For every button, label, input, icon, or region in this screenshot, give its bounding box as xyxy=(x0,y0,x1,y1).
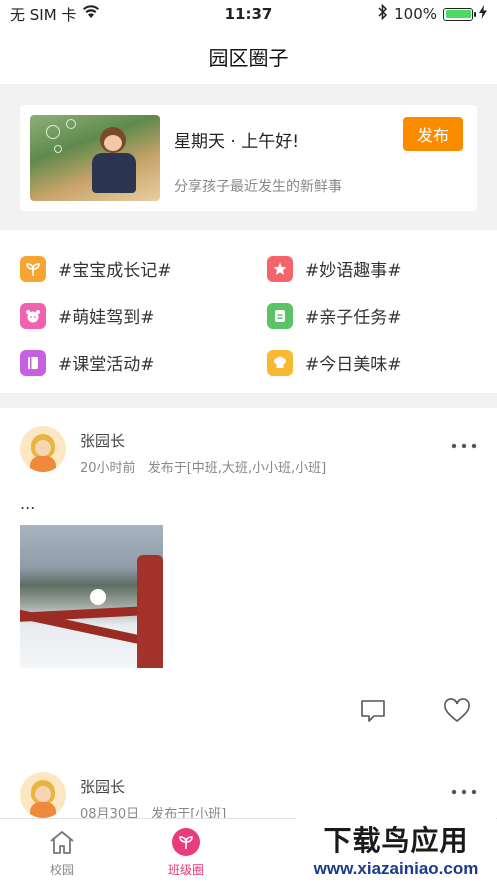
avatar[interactable] xyxy=(20,426,66,472)
status-bar: 无 SIM 卡 11:37 100% xyxy=(0,0,497,28)
topic-grid: #宝宝成长记# #妙语趣事# #萌娃驾到# #亲子任务# #课堂活动# #今日美… xyxy=(0,230,497,393)
topic-label: #课堂活动# xyxy=(58,355,155,375)
topic-cute-kids[interactable]: #萌娃驾到# xyxy=(20,292,267,339)
book-icon xyxy=(20,349,46,376)
sprout-icon xyxy=(171,827,201,857)
battery-percent: 100% xyxy=(394,5,437,23)
star-icon xyxy=(267,255,293,282)
post-text: ... xyxy=(20,494,36,513)
post-card[interactable]: 星期天 · 上午好! 分享孩子最近发生的新鲜事 发布 xyxy=(20,105,477,211)
post-actions xyxy=(20,696,477,726)
watermark-url: www.xiazainiao.com xyxy=(313,859,479,878)
topic-label: #亲子任务# xyxy=(305,308,402,328)
chef-hat-icon xyxy=(267,349,293,376)
topic-daily-food[interactable]: #今日美味# xyxy=(267,339,477,386)
author-name[interactable]: 张园长 xyxy=(80,776,226,797)
tab-campus[interactable]: 校园 xyxy=(0,819,124,883)
tab-label: 校园 xyxy=(49,863,74,877)
page-title: 园区圈子 xyxy=(208,45,289,70)
topic-label: #萌娃驾到# xyxy=(58,308,155,328)
baby-face-icon xyxy=(20,302,46,329)
topic-label: #宝宝成长记# xyxy=(58,261,172,281)
wifi-icon xyxy=(82,5,100,23)
status-left: 无 SIM 卡 xyxy=(10,4,170,25)
author-row: 张园长 08月30日 发布于[小班] xyxy=(20,772,477,818)
topic-class-activity[interactable]: #课堂活动# xyxy=(20,339,267,386)
battery-fill xyxy=(445,10,471,18)
watermark-logo: 下载鸟应用 www.xiazainiao.com xyxy=(296,815,496,883)
post-meta: 08月30日 发布于[小班] xyxy=(80,803,226,818)
like-heart-icon[interactable] xyxy=(442,696,472,726)
battery-icon xyxy=(443,7,476,21)
post-scope: 发布于[中班,大班,小小班,小班] xyxy=(147,461,327,476)
topic-parent-task[interactable]: #亲子任务# xyxy=(267,292,477,339)
post-photo[interactable] xyxy=(20,525,163,668)
charging-icon xyxy=(479,5,487,23)
task-icon xyxy=(267,302,293,329)
feed-post: 张园长 20小时前 发布于[中班,大班,小小班,小班] ... xyxy=(0,408,497,726)
author-info: 张园长 20小时前 发布于[中班,大班,小小班,小班] xyxy=(80,426,326,476)
bluetooth-icon xyxy=(378,3,388,24)
post-scope: 发布于[小班] xyxy=(151,807,227,818)
author-name[interactable]: 张园长 xyxy=(80,430,326,451)
more-options-icon[interactable] xyxy=(451,782,477,795)
feed-post: 张园长 08月30日 发布于[小班] xyxy=(0,726,497,818)
status-right: 100% xyxy=(327,3,487,24)
topic-funny[interactable]: #妙语趣事# xyxy=(267,245,477,292)
nav-bar: 园区圈子 xyxy=(0,28,497,84)
post-meta: 20小时前 发布于[中班,大班,小小班,小班] xyxy=(80,457,326,476)
tab-label: 班级圈 xyxy=(167,863,204,877)
feed: 张园长 20小时前 发布于[中班,大班,小小班,小班] ... 张园长 08月3… xyxy=(0,408,497,818)
post-time: 20小时前 xyxy=(80,461,136,476)
sprout-icon xyxy=(20,255,46,282)
topic-growth[interactable]: #宝宝成长记# xyxy=(20,245,267,292)
watermark-title: 下载鸟应用 xyxy=(323,824,469,857)
home-icon xyxy=(47,827,77,857)
share-prompt: 分享孩子最近发生的新鲜事 xyxy=(174,178,342,195)
avatar[interactable] xyxy=(20,772,66,818)
topic-label: #妙语趣事# xyxy=(305,261,402,281)
carrier-label: 无 SIM 卡 xyxy=(10,5,77,24)
comment-icon[interactable] xyxy=(358,696,388,726)
status-time: 11:37 xyxy=(224,5,273,23)
more-options-icon[interactable] xyxy=(451,436,477,449)
author-info: 张园长 08月30日 发布于[小班] xyxy=(80,772,226,818)
topic-label: #今日美味# xyxy=(305,355,402,375)
tab-class-circle[interactable]: 班级圈 xyxy=(124,819,248,883)
author-row: 张园长 20小时前 发布于[中班,大班,小小班,小班] xyxy=(20,426,477,476)
publish-button[interactable]: 发布 xyxy=(403,117,463,151)
child-photo xyxy=(30,115,160,201)
post-time: 08月30日 xyxy=(80,807,140,818)
